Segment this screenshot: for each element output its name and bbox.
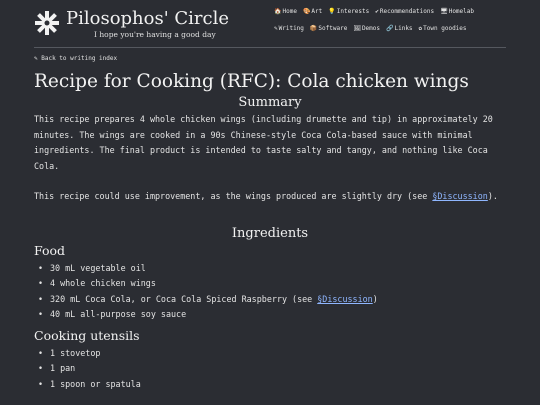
nav-homelab[interactable]: 🖥Homelab xyxy=(440,8,474,15)
summary-heading: Summary xyxy=(238,95,302,110)
homelab-icon: 🖥 xyxy=(440,8,448,15)
ingredient-item: 30 mL vegetable oil xyxy=(38,261,506,277)
links-icon: 🔗 xyxy=(386,25,394,32)
nav-home-label: Home xyxy=(282,8,297,15)
ingredient-text: 30 mL vegetable oil xyxy=(50,262,146,273)
nav-software[interactable]: 📦Software xyxy=(310,25,347,32)
utensil-item: 1 spoon or spatula xyxy=(38,377,506,393)
nav-row-2: ✎Writing 📦Software 🖼Demos 🔗Links ✿Town goodi… xyxy=(274,25,473,32)
demos-icon: 🖼 xyxy=(353,25,361,32)
nav-writing-label: Writing xyxy=(278,25,304,32)
nav-town-goodies-label: Town goodies xyxy=(423,25,467,32)
software-icon: 📦 xyxy=(309,25,318,32)
art-icon: 🎨 xyxy=(302,8,311,15)
nav-art-label: Art xyxy=(311,8,323,15)
site-header: Pilosophos' Circle I hope you're having … xyxy=(0,0,540,48)
article: Recipe for Cooking (RFC): Cola chicken w… xyxy=(34,70,506,392)
recommendations-icon: ✔ xyxy=(375,8,379,15)
nav-town-goodies[interactable]: ✿Town goodies xyxy=(419,25,467,32)
nav-interests-label: Interests xyxy=(336,8,370,15)
summary-paragraph-1: This recipe prepares 4 whole chicken win… xyxy=(34,114,493,171)
utensil-item: 1 stovetop xyxy=(38,346,506,362)
ingredient-text: 40 mL all-purpose soy sauce xyxy=(50,309,187,319)
pencil-icon: ✎ xyxy=(34,55,38,62)
ingredient-item: 4 whole chicken wings xyxy=(38,276,506,292)
nav-demos-label: Demos xyxy=(361,25,380,32)
discussion-link[interactable]: §Discussion xyxy=(317,294,372,304)
ingredient-item: 40 mL all-purpose soy sauce xyxy=(38,307,506,323)
utensil-list: 1 stovetop1 pan1 spoon or spatula xyxy=(34,346,506,393)
nav-homelab-label: Homelab xyxy=(448,8,474,15)
town-goodies-icon: ✿ xyxy=(418,25,423,32)
site-logo-icon[interactable] xyxy=(34,10,60,36)
nav-writing[interactable]: ✎Writing xyxy=(274,25,304,32)
nav-demos[interactable]: 🖼Demos xyxy=(353,25,380,32)
ingredient-text-end: ) xyxy=(372,293,378,304)
cooking-utensils-heading: Cooking utensils xyxy=(34,327,140,343)
nav-home[interactable]: 🏠Home xyxy=(274,8,297,15)
nav-links-label: Links xyxy=(394,25,413,32)
site-title[interactable]: Pilosophos' Circle xyxy=(66,8,229,29)
back-link-container: ✎ Back to writing index xyxy=(34,55,117,62)
food-heading: Food xyxy=(34,242,66,258)
nav-links[interactable]: 🔗Links xyxy=(386,25,413,32)
page-title: Recipe for Cooking (RFC): Cola chicken w… xyxy=(34,71,469,92)
utensil-item: 1 pan xyxy=(38,361,506,377)
summary-paragraph-2-text: This recipe could use improvement, as th… xyxy=(34,191,433,201)
summary-paragraph-2: This recipe could use improvement, as th… xyxy=(34,189,506,205)
summary-paragraph-2-end: ). xyxy=(487,191,498,201)
ingredient-text: 320 mL Coca Cola, or Coca Cola Spiced Ra… xyxy=(50,293,318,304)
ingredients-heading: Ingredients xyxy=(231,225,309,241)
nav-software-label: Software xyxy=(318,25,348,32)
discussion-link[interactable]: §Discussion xyxy=(432,191,487,201)
nav-row-1: 🏠Home 🎨Art 💡Interests ✔Recommendations 🖥Home… xyxy=(274,8,480,15)
writing-icon: ✎ xyxy=(274,25,278,32)
ingredient-text: 4 whole chicken wings xyxy=(50,278,156,288)
home-icon: 🏠 xyxy=(274,8,282,15)
food-list: 30 mL vegetable oil 4 whole chicken wings… xyxy=(34,261,506,323)
ingredient-item: 320 mL Coca Cola, or Coca Cola Spiced Ra… xyxy=(38,292,506,308)
back-to-writing-index-link[interactable]: Back to writing index xyxy=(41,55,117,62)
site-tagline: I hope you're having a good day xyxy=(94,30,216,39)
nav-interests[interactable]: 💡Interests xyxy=(328,8,369,15)
nav-recommendations[interactable]: ✔Recommendations xyxy=(375,8,434,15)
nav-recommendations-label: Recommendations xyxy=(379,8,435,15)
header-divider xyxy=(34,47,506,48)
interests-icon: 💡 xyxy=(328,8,336,15)
nav-art[interactable]: 🎨Art xyxy=(303,8,322,15)
